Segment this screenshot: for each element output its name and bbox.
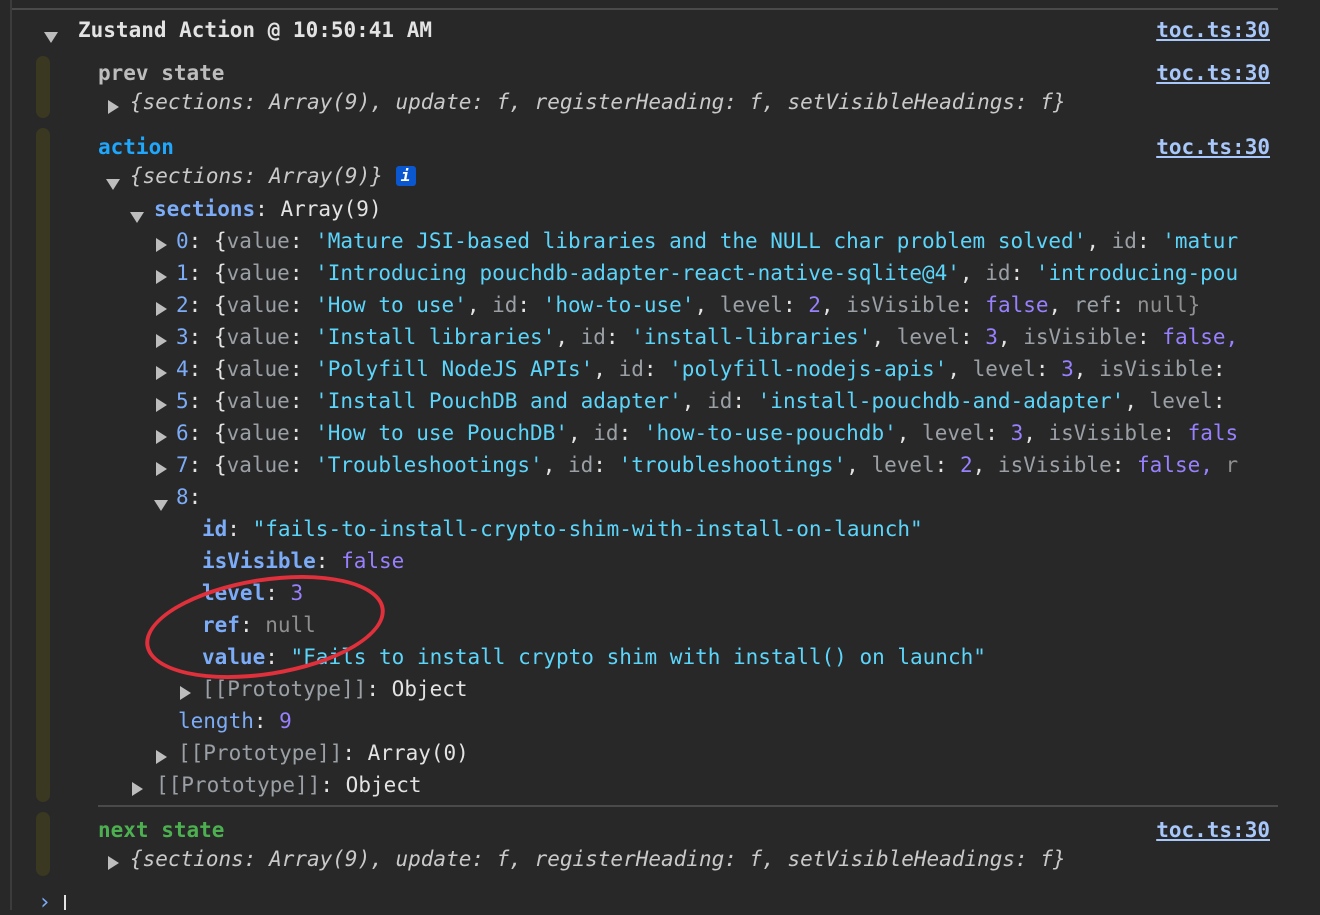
list-item[interactable]: 1: {value: 'Introducing pouchdb-adapter-… [176, 260, 1284, 286]
collapse-sections-icon[interactable] [130, 204, 144, 218]
divider [12, 8, 1278, 10]
expanded-item-header[interactable]: 8: [176, 484, 201, 510]
sections-row[interactable]: sections: Array(9) [154, 196, 382, 222]
length-row: length: 9 [178, 709, 292, 733]
expand-next-state-icon[interactable] [108, 851, 122, 865]
collapse-action-icon[interactable] [106, 171, 120, 185]
next-state-preview[interactable]: {sections: Array(9), update: f, register… [130, 846, 1066, 872]
prev-state-preview[interactable]: {sections: Array(9), update: f, register… [130, 89, 1066, 115]
sections-type: Array(9) [280, 197, 382, 221]
group-title[interactable]: Zustand Action @ 10:50:41 AM [78, 17, 432, 43]
expand-item-icon[interactable] [156, 265, 170, 279]
console-prompt-icon: › [38, 890, 52, 915]
expand-item-icon[interactable] [156, 425, 170, 439]
expand-item-icon[interactable] [156, 361, 170, 375]
object-prototype-row[interactable]: [[Prototype]]: Object [156, 772, 422, 798]
console-left-edge [10, 0, 12, 910]
expand-item-icon[interactable] [156, 233, 170, 247]
divider [98, 805, 1278, 807]
list-item[interactable]: 4: {value: 'Polyfill NodeJS APIs', id: '… [176, 356, 1284, 382]
annotation-circle [137, 559, 393, 695]
property-isvisible: isVisible: false [202, 549, 405, 573]
prev-state-label: prev state [98, 61, 225, 85]
list-item[interactable]: 7: {value: 'Troubleshootings', id: 'trou… [176, 452, 1284, 478]
list-item[interactable]: 6: {value: 'How to use PouchDB', id: 'ho… [176, 420, 1284, 446]
list-item[interactable]: 2: {value: 'How to use', id: 'how-to-use… [176, 292, 1284, 318]
expand-item-icon[interactable] [156, 329, 170, 343]
list-item[interactable]: 3: {value: 'Install libraries', id: 'ins… [176, 324, 1284, 350]
action-source-link[interactable]: toc.ts:30 [1156, 134, 1270, 160]
list-item[interactable]: 0: {value: 'Mature JSI-based libraries a… [176, 228, 1284, 254]
next-state-source-link[interactable]: toc.ts:30 [1156, 817, 1270, 843]
item-prototype-row[interactable]: [[Prototype]]: Object [202, 676, 468, 702]
group-indent-bar [36, 56, 50, 118]
action-preview-row[interactable]: {sections: Array(9)} i [130, 163, 416, 189]
prev-state-source-link[interactable]: toc.ts:30 [1156, 60, 1270, 86]
group-indent-bar [36, 812, 50, 876]
collapse-item-icon[interactable] [154, 492, 168, 506]
expand-item-icon[interactable] [156, 457, 170, 471]
next-state-label: next state [98, 818, 225, 842]
expand-prototype-icon[interactable] [132, 777, 146, 791]
expand-item-icon[interactable] [156, 393, 170, 407]
array-prototype-row[interactable]: [[Prototype]]: Array(0) [178, 740, 469, 766]
group-indent-bar [36, 128, 50, 802]
info-icon[interactable]: i [395, 166, 416, 186]
console-input[interactable] [64, 895, 66, 910]
expand-item-icon[interactable] [156, 297, 170, 311]
collapse-group-icon[interactable] [44, 24, 58, 38]
list-item[interactable]: 5: {value: 'Install PouchDB and adapter'… [176, 388, 1284, 414]
property-id: id: "fails-to-install-crypto-shim-with-i… [202, 517, 923, 541]
expand-prev-state-icon[interactable] [108, 95, 122, 109]
source-link[interactable]: toc.ts:30 [1156, 17, 1270, 43]
expand-prototype-icon[interactable] [156, 745, 170, 759]
sections-key: sections [154, 197, 256, 221]
expand-prototype-icon[interactable] [180, 681, 194, 695]
action-preview: {sections: Array(9)} [130, 164, 383, 188]
action-label: action [98, 135, 174, 159]
